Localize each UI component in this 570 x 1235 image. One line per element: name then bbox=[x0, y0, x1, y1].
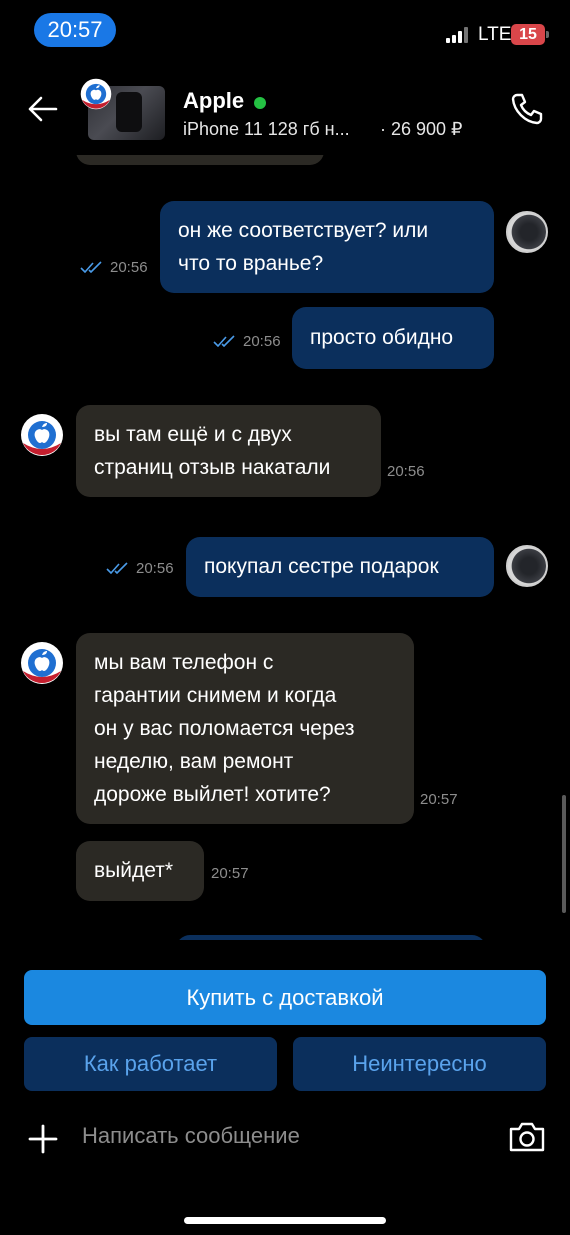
battery-indicator: 15 bbox=[511, 24, 549, 45]
message-time-text: 20:56 bbox=[243, 333, 281, 350]
phone-icon[interactable] bbox=[510, 92, 544, 126]
double-check-icon bbox=[106, 562, 128, 574]
message-line: неделю, вам ремонт bbox=[94, 750, 294, 773]
signal-icon bbox=[446, 27, 470, 43]
product-title[interactable]: iPhone 11 128 гб н... bbox=[183, 119, 350, 140]
plus-icon[interactable] bbox=[28, 1124, 58, 1154]
message-bubble-outgoing[interactable]: покупал сестре подарок bbox=[186, 537, 494, 597]
double-check-icon bbox=[80, 261, 102, 273]
apple-logo-icon bbox=[21, 414, 63, 456]
message-time: 20:56 bbox=[80, 259, 148, 276]
message-time-text: 20:56 bbox=[110, 259, 148, 276]
double-check-icon bbox=[213, 335, 235, 347]
seller-name[interactable]: Apple bbox=[183, 88, 244, 114]
message-line: выйдет* bbox=[94, 859, 174, 882]
message-line: что то вранье? bbox=[178, 252, 324, 275]
message-time: 20:56 bbox=[106, 560, 174, 577]
not-interested-button[interactable]: Неинтересно bbox=[293, 1037, 546, 1091]
buy-with-delivery-button[interactable]: Купить с доставкой bbox=[24, 970, 546, 1025]
message-time-text: 20:56 bbox=[136, 560, 174, 577]
partial-message-bubble bbox=[76, 155, 324, 165]
back-arrow-icon[interactable] bbox=[28, 96, 58, 122]
status-time: 20:57 bbox=[34, 13, 116, 47]
home-indicator bbox=[184, 1217, 386, 1224]
scrollbar[interactable] bbox=[562, 795, 566, 913]
message-line: покупал сестре подарок bbox=[204, 555, 439, 578]
message-bubble-incoming[interactable]: мы вам телефон с гарантии снимем и когда… bbox=[76, 633, 414, 824]
message-input[interactable]: Написать сообщение bbox=[82, 1123, 300, 1149]
message-line: просто обидно bbox=[310, 326, 454, 349]
network-label: LTE bbox=[478, 24, 512, 45]
message-line: страниц отзыв накатали bbox=[94, 456, 331, 479]
apple-logo-icon bbox=[80, 78, 112, 110]
message-time-text: 20:56 bbox=[387, 463, 425, 480]
chat-header: Apple iPhone 11 128 гб н... · 26 900 ₽ bbox=[0, 60, 570, 155]
message-list[interactable]: 20:56 он же соответствует? или что то вр… bbox=[0, 155, 570, 940]
apple-logo-icon bbox=[21, 642, 63, 684]
message-line: мы вам телефон с bbox=[94, 651, 274, 674]
user-avatar bbox=[506, 211, 548, 253]
message-line: дороже выйлет! хотите? bbox=[94, 783, 331, 806]
message-bubble-outgoing[interactable]: просто обидно bbox=[292, 307, 494, 369]
message-time-text: 20:57 bbox=[211, 865, 249, 882]
camera-icon[interactable] bbox=[508, 1121, 546, 1153]
message-bubble-incoming[interactable]: вы там ещё и с двух страниц отзыв наката… bbox=[76, 405, 381, 497]
message-line: он у вас поломается через bbox=[94, 717, 355, 740]
product-price: · 26 900 ₽ bbox=[380, 119, 463, 139]
action-panel: Купить с доставкой Как работает Неинтере… bbox=[0, 940, 570, 1235]
message-bubble-incoming[interactable]: выйдет* bbox=[76, 841, 204, 901]
user-avatar bbox=[506, 545, 548, 587]
message-line: вы там ещё и с двух bbox=[94, 423, 292, 446]
message-time: 20:56 bbox=[213, 333, 281, 350]
message-bubble-outgoing[interactable]: он же соответствует? или что то вранье? bbox=[160, 201, 494, 293]
message-line: гарантии снимем и когда bbox=[94, 684, 337, 707]
message-time-text: 20:57 bbox=[420, 791, 458, 808]
how-it-works-button[interactable]: Как работает bbox=[24, 1037, 277, 1091]
online-indicator bbox=[254, 97, 266, 109]
message-line: он же соответствует? или bbox=[178, 219, 429, 242]
